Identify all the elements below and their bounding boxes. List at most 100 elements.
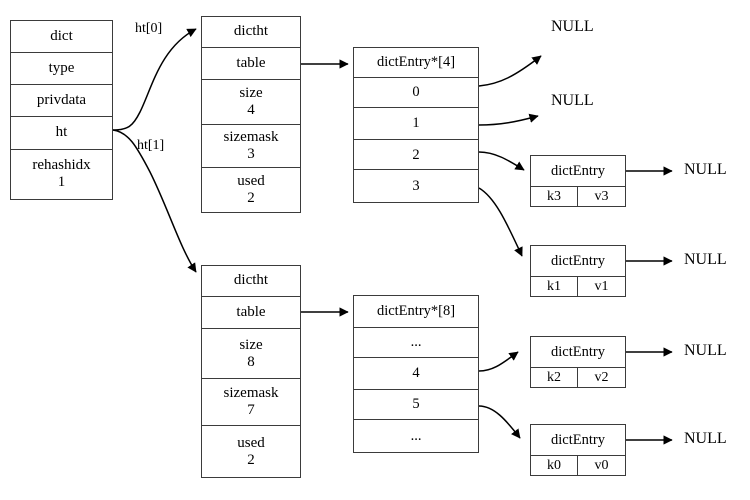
- dict-entry-k3-value: v3: [578, 187, 625, 206]
- ht1-table-array-header-label: dictEntry*[8]: [376, 303, 456, 320]
- ht1-field-sizemask-value: 7: [247, 402, 255, 419]
- null-label-slot1-text: NULL: [551, 92, 594, 109]
- edge-slot1-null: [478, 113, 539, 126]
- ht1-field-table: table: [202, 296, 300, 330]
- dict-entry-k1-key: k1: [531, 277, 578, 296]
- ht1-field-sizemask: sizemask 7: [202, 378, 300, 427]
- ht1-field-used-label: used: [237, 434, 265, 451]
- ht1-field-used-value: 2: [247, 451, 255, 468]
- dict-entry-k3-value-label: v3: [594, 188, 609, 204]
- dict-entry-node-k1: dictEntry k1 v1: [530, 245, 626, 297]
- ht0-table-slot-1-label: 1: [412, 115, 420, 132]
- ht0-field-size-label: size: [239, 85, 263, 102]
- ht0-table-slot-0: 0: [354, 77, 478, 109]
- dict-field-privdata-label: privdata: [36, 92, 87, 109]
- null-label-entry-k2: NULL: [684, 342, 727, 360]
- dict-entry-k0-kv-row: k0 v0: [531, 456, 625, 475]
- dict-field-name-label: dict: [50, 27, 73, 44]
- dict-entry-k1-header-label: dictEntry: [551, 252, 605, 269]
- dict-entry-k3-header: dictEntry: [531, 156, 625, 187]
- null-label-slot0-text: NULL: [551, 18, 594, 35]
- null-label-slot0: NULL: [551, 18, 594, 36]
- dict-entry-node-k3: dictEntry k3 v3: [530, 155, 626, 207]
- edge-label-ht0-text: ht[0]: [135, 21, 163, 36]
- ht1-table-slot-ellipsis-top-label: ...: [410, 334, 422, 351]
- null-label-entry-k1-text: NULL: [684, 251, 727, 268]
- edge-label-ht1-text: ht[1]: [137, 138, 165, 153]
- dict-field-rehashidx-value: 1: [57, 174, 66, 191]
- ht1-field-sizemask-label: sizemask: [223, 385, 279, 402]
- dict-field-type: type: [11, 52, 112, 86]
- dict-struct-node: dict type privdata ht rehashidx 1: [10, 20, 113, 200]
- ht0-table-array-header: dictEntry*[4]: [354, 48, 478, 78]
- dict-entry-k2-value-label: v2: [594, 369, 609, 385]
- ht0-field-used-label: used: [237, 173, 265, 190]
- dict-entry-k2-key-label: k2: [547, 369, 561, 385]
- ht1-table-slot-5: 5: [354, 389, 478, 421]
- ht1-dictht-node: dictht table size 8 sizemask 7 used 2: [201, 265, 301, 478]
- edge-slot4-entry: [478, 351, 519, 372]
- edge-slot3-entry: [478, 187, 523, 257]
- dict-entry-k0-value-label: v0: [594, 457, 609, 473]
- dict-field-privdata: privdata: [11, 85, 112, 117]
- dict-field-ht: ht: [11, 116, 112, 150]
- null-label-entry-k2-text: NULL: [684, 342, 727, 359]
- null-label-entry-k3-text: NULL: [684, 161, 727, 178]
- dict-entry-k2-header-label: dictEntry: [551, 343, 605, 360]
- dict-field-rehashidx-label: rehashidx: [32, 157, 91, 174]
- ht0-table-array-header-label: dictEntry*[4]: [376, 54, 456, 71]
- ht0-table-slot-3: 3: [354, 170, 478, 203]
- dict-entry-k3-kv-row: k3 v3: [531, 187, 625, 206]
- edge-slot0-null: [478, 55, 542, 87]
- dict-entry-k3-key: k3: [531, 187, 578, 206]
- ht1-table-slot-ellipsis-bottom: ...: [354, 420, 478, 452]
- dict-entry-k1-value-label: v1: [594, 278, 609, 294]
- dict-entry-k1-header: dictEntry: [531, 246, 625, 277]
- dict-entry-k2-header: dictEntry: [531, 337, 625, 368]
- ht0-table-slot-1: 1: [354, 108, 478, 140]
- ht0-field-table: table: [202, 47, 300, 81]
- dict-entry-k0-key: k0: [531, 456, 578, 475]
- ht0-field-size: size 4: [202, 80, 300, 125]
- edge-slot5-entry: [478, 405, 521, 439]
- ht1-table-slot-4-label: 4: [412, 365, 420, 382]
- dict-field-name: dict: [11, 21, 112, 53]
- ht0-dictht-node: dictht table size 4 sizemask 3 used 2: [201, 16, 301, 213]
- dict-entry-k1-value: v1: [578, 277, 625, 296]
- dict-entry-k1-key-label: k1: [547, 278, 561, 294]
- dict-field-rehashidx: rehashidx 1: [11, 149, 112, 199]
- ht0-field-table-label: table: [236, 55, 266, 72]
- dict-entry-node-k0: dictEntry k0 v0: [530, 424, 626, 476]
- null-label-entry-k1: NULL: [684, 251, 727, 269]
- dict-entry-k2-value: v2: [578, 368, 625, 387]
- ht0-field-sizemask-value: 3: [247, 146, 255, 163]
- ht0-field-name: dictht: [202, 17, 300, 48]
- diagram-canvas: dict type privdata ht rehashidx 1 ht[0] …: [0, 0, 750, 500]
- ht0-field-name-label: dictht: [233, 23, 269, 40]
- dict-entry-node-k2: dictEntry k2 v2: [530, 336, 626, 388]
- ht1-table-slot-4: 4: [354, 358, 478, 390]
- edge-label-ht0: ht[0]: [135, 21, 162, 37]
- dict-entry-k1-kv-row: k1 v1: [531, 277, 625, 296]
- ht1-table-slot-ellipsis-top: ...: [354, 327, 478, 359]
- ht1-table-array-node: dictEntry*[8] ... 4 5 ...: [353, 295, 479, 453]
- ht1-field-used: used 2: [202, 426, 300, 477]
- ht0-field-sizemask: sizemask 3: [202, 124, 300, 169]
- edge-label-ht1: ht[1]: [137, 138, 164, 154]
- ht1-field-size-value: 8: [247, 353, 255, 370]
- ht1-field-name: dictht: [202, 266, 300, 297]
- edge-slot2-entry: [478, 151, 525, 171]
- ht1-table-slot-ellipsis-bottom-label: ...: [410, 428, 422, 445]
- edge-ht0: [112, 28, 197, 131]
- ht0-field-used: used 2: [202, 168, 300, 212]
- null-label-entry-k0: NULL: [684, 430, 727, 448]
- ht1-field-size-label: size: [239, 336, 263, 353]
- ht0-field-size-value: 4: [247, 102, 255, 119]
- dict-field-type-label: type: [48, 60, 75, 77]
- ht0-field-used-value: 2: [247, 190, 255, 207]
- null-label-slot1: NULL: [551, 92, 594, 110]
- ht0-field-sizemask-label: sizemask: [223, 129, 279, 146]
- null-label-entry-k0-text: NULL: [684, 430, 727, 447]
- null-label-entry-k3: NULL: [684, 161, 727, 179]
- dict-entry-k2-kv-row: k2 v2: [531, 368, 625, 387]
